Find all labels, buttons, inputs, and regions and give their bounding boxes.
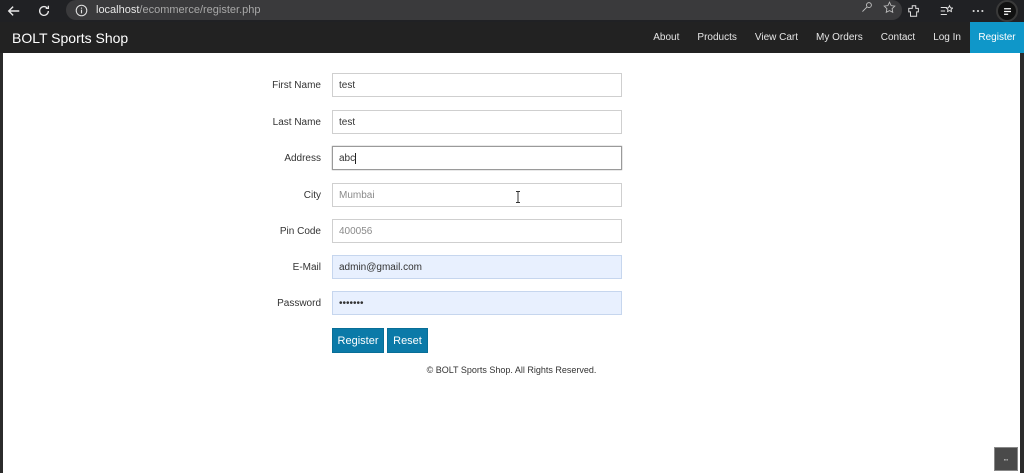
city-field[interactable]: Mumbai	[332, 183, 622, 207]
site-navbar: BOLT Sports Shop About Products View Car…	[0, 22, 1024, 53]
password-label: Password	[277, 298, 321, 309]
first-name-field[interactable]: test	[332, 73, 622, 97]
nav-item-about[interactable]: About	[644, 22, 688, 53]
nav-item-my-orders[interactable]: My Orders	[807, 22, 872, 53]
key-icon[interactable]	[860, 1, 873, 19]
first-name-label: First Name	[272, 80, 321, 91]
favorite-star-icon[interactable]	[883, 1, 896, 19]
address-field[interactable]: abc	[332, 146, 622, 170]
email-label: E-Mail	[292, 262, 321, 273]
extensions-icon[interactable]	[900, 0, 928, 22]
copilot-icon[interactable]	[996, 0, 1018, 22]
url-text: localhost/ecommerce/register.php	[96, 4, 261, 16]
nav-item-register[interactable]: Register	[970, 22, 1024, 53]
nav-menu: About Products View Cart My Orders Conta…	[644, 22, 1024, 53]
pin-code-field[interactable]: 400056	[332, 219, 622, 243]
email-field[interactable]: admin@gmail.com	[332, 255, 622, 279]
site-info-icon[interactable]	[66, 4, 96, 17]
address-bar[interactable]: localhost/ecommerce/register.php	[66, 0, 902, 20]
pin-code-label: Pin Code	[279, 226, 321, 237]
register-button[interactable]: Register	[332, 328, 384, 353]
nav-item-products[interactable]: Products	[688, 22, 745, 53]
reset-button[interactable]: Reset	[387, 328, 428, 353]
browser-toolbar: localhost/ecommerce/register.php	[0, 0, 1024, 22]
city-label: City	[303, 190, 321, 201]
nav-item-log-in[interactable]: Log In	[924, 22, 970, 53]
last-name-label: Last Name	[272, 117, 321, 128]
footer-copyright: © BOLT Sports Shop. All Rights Reserved.	[426, 365, 597, 375]
nav-item-contact[interactable]: Contact	[872, 22, 924, 53]
page-content: First Name test Last Name test Address a…	[3, 53, 1020, 473]
address-label: Address	[284, 153, 321, 164]
brand-logo[interactable]: BOLT Sports Shop	[0, 30, 128, 46]
nav-item-view-cart[interactable]: View Cart	[746, 22, 807, 53]
text-caret	[355, 152, 357, 164]
recording-thumbnail-icon: ▪▪▪	[994, 447, 1018, 471]
reload-icon[interactable]	[30, 0, 58, 22]
back-icon[interactable]	[0, 0, 28, 22]
last-name-field[interactable]: test	[332, 110, 622, 134]
more-options-icon[interactable]	[964, 0, 992, 22]
text-cursor-icon	[516, 191, 520, 203]
favorites-icon[interactable]	[932, 0, 960, 22]
password-field[interactable]: •••••••	[332, 291, 622, 315]
